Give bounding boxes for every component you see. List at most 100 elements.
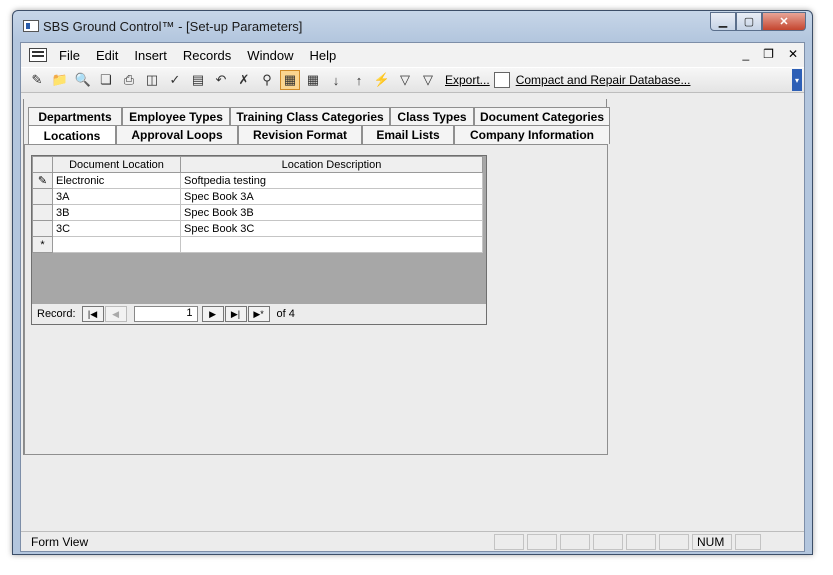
first-record-button[interactable]: |◀ [81, 306, 104, 322]
tab-class-types[interactable]: Class Types [390, 107, 474, 126]
close-icon: ✕ [779, 16, 789, 28]
table-row[interactable]: 3A Spec Book 3A [32, 188, 483, 205]
row-selector[interactable] [32, 188, 53, 205]
column-header-document-location[interactable]: Document Location [52, 156, 181, 173]
edit-pencil-icon[interactable]: ✎ [32, 172, 53, 189]
tab-revision-format[interactable]: Revision Format [238, 125, 362, 144]
column-header-location-description[interactable]: Location Description [180, 156, 483, 173]
menu-window[interactable]: Window [239, 48, 301, 63]
title-bar[interactable]: SBS Ground Control™ - [Set-up Parameters… [13, 11, 812, 43]
cell-location[interactable] [52, 236, 181, 253]
filter-form-icon[interactable]: ▽ [395, 70, 415, 90]
status-view-label: Form View [31, 534, 89, 549]
spelling-icon[interactable]: ✓ [165, 70, 185, 90]
tab-employee-types[interactable]: Employee Types [122, 107, 230, 126]
close-window-button[interactable]: ✕ [762, 12, 806, 31]
paste-icon[interactable]: ▤ [188, 70, 208, 90]
sort-descending-icon[interactable]: ↑ [349, 70, 369, 90]
delete-icon[interactable]: ✗ [234, 70, 254, 90]
status-num-indicator: NUM [692, 533, 732, 550]
cell-description[interactable] [180, 236, 483, 253]
menu-insert[interactable]: Insert [126, 48, 175, 63]
table-row[interactable]: 3C Spec Book 3C [32, 220, 483, 237]
previous-record-button[interactable]: ◀ [104, 306, 127, 322]
sort-ascending-icon[interactable]: ↓ [326, 70, 346, 90]
cell-description[interactable]: Softpedia testing [180, 172, 483, 189]
menu-records[interactable]: Records [175, 48, 239, 63]
new-record-row[interactable]: * [32, 236, 483, 253]
next-record-button[interactable]: ▶ [201, 306, 224, 322]
cell-location[interactable]: 3A [52, 188, 181, 205]
maximize-button[interactable]: ▢ [736, 12, 762, 31]
status-panel [494, 533, 524, 550]
app-window: SBS Ground Control™ - [Set-up Parameters… [12, 10, 813, 555]
tab-company-information[interactable]: Company Information [454, 125, 610, 144]
apply-filter-icon[interactable]: ▽ [418, 70, 438, 90]
last-record-button[interactable]: ▶| [224, 306, 247, 322]
print-preview-icon[interactable]: ◫ [142, 70, 162, 90]
child-close-icon[interactable]: ✕ [788, 47, 798, 61]
tab-locations[interactable]: Locations [28, 125, 116, 146]
cell-location[interactable]: Electronic [52, 172, 181, 189]
excel-icon [493, 72, 510, 88]
menu-bar: File Edit Insert Records Window Help _ ❐… [21, 43, 804, 67]
table-row[interactable]: 3B Spec Book 3B [32, 204, 483, 221]
record-count: of 4 [276, 308, 295, 320]
new-record-button[interactable]: ▶* [247, 306, 270, 322]
row-selector-header[interactable] [32, 156, 53, 173]
app-icon [23, 20, 39, 32]
locations-datasheet: Document Location Location Description ✎… [31, 155, 487, 325]
form-view-icon[interactable]: ▦ [280, 70, 300, 90]
compact-repair-button[interactable]: Compact and Repair Database... [516, 73, 691, 87]
row-selector[interactable] [32, 204, 53, 221]
client-area: File Edit Insert Records Window Help _ ❐… [20, 42, 805, 552]
print-icon[interactable]: ⎙ [119, 70, 139, 90]
tab-training-class-categories[interactable]: Training Class Categories [230, 107, 390, 126]
record-navigator: Record: |◀ ◀ 1 ▶ ▶| ▶* of 4 [32, 304, 486, 324]
cell-location[interactable]: 3C [52, 220, 181, 237]
status-panel [593, 533, 623, 550]
window-title: SBS Ground Control™ - [Set-up Parameters… [43, 19, 303, 34]
tab-row-top: Departments Employee Types Training Clas… [28, 107, 610, 126]
cell-description[interactable]: Spec Book 3A [180, 188, 483, 205]
datasheet-view-icon[interactable]: ▦ [303, 70, 323, 90]
cell-location[interactable]: 3B [52, 204, 181, 221]
minimize-button[interactable]: ▁ [710, 12, 736, 31]
row-selector[interactable] [32, 220, 53, 237]
form-menu-icon[interactable] [29, 48, 47, 62]
toolbar: ✎ 📁 🔍 ❏ ⎙ ◫ ✓ ▤ ↶ ✗ ⚲ ▦ ▦ ↓ ↑ ⚡ ▽ ▽ Expo… [21, 67, 804, 93]
open-folder-icon[interactable]: 📁 [50, 70, 70, 90]
status-panel [659, 533, 689, 550]
search-file-icon[interactable]: 🔍 [73, 70, 93, 90]
menu-file[interactable]: File [51, 48, 88, 63]
export-button[interactable]: Export... [445, 73, 490, 87]
record-number-field[interactable]: 1 [133, 306, 198, 322]
cell-description[interactable]: Spec Book 3C [180, 220, 483, 237]
status-panel [527, 533, 557, 550]
view-icon[interactable]: ✎ [27, 70, 47, 90]
filter-selection-icon[interactable]: ⚡ [372, 70, 392, 90]
menu-edit[interactable]: Edit [88, 48, 126, 63]
undo-icon[interactable]: ↶ [211, 70, 231, 90]
cell-description[interactable]: Spec Book 3B [180, 204, 483, 221]
status-panel [735, 533, 761, 550]
table-row[interactable]: ✎ Electronic Softpedia testing [32, 172, 483, 189]
record-label: Record: [37, 308, 76, 320]
tab-email-lists[interactable]: Email Lists [362, 125, 454, 144]
menu-help[interactable]: Help [302, 48, 345, 63]
copy-icon[interactable]: ❏ [96, 70, 116, 90]
child-restore-icon[interactable]: ❐ [763, 47, 774, 61]
tab-row-bottom: Locations Approval Loops Revision Format… [28, 125, 610, 146]
maximize-icon: ▢ [743, 16, 755, 28]
tab-departments[interactable]: Departments [28, 107, 122, 126]
find-icon[interactable]: ⚲ [257, 70, 277, 90]
toolbar-overflow-icon[interactable]: ▾ [792, 69, 802, 91]
locations-table: Document Location Location Description ✎… [32, 156, 483, 253]
tab-approval-loops[interactable]: Approval Loops [116, 125, 238, 144]
tab-document-categories[interactable]: Document Categories [474, 107, 610, 126]
child-minimize-icon[interactable]: _ [742, 47, 749, 61]
status-panel [560, 533, 590, 550]
new-record-icon[interactable]: * [32, 236, 53, 253]
status-panel [626, 533, 656, 550]
table-header-row: Document Location Location Description [32, 156, 483, 173]
